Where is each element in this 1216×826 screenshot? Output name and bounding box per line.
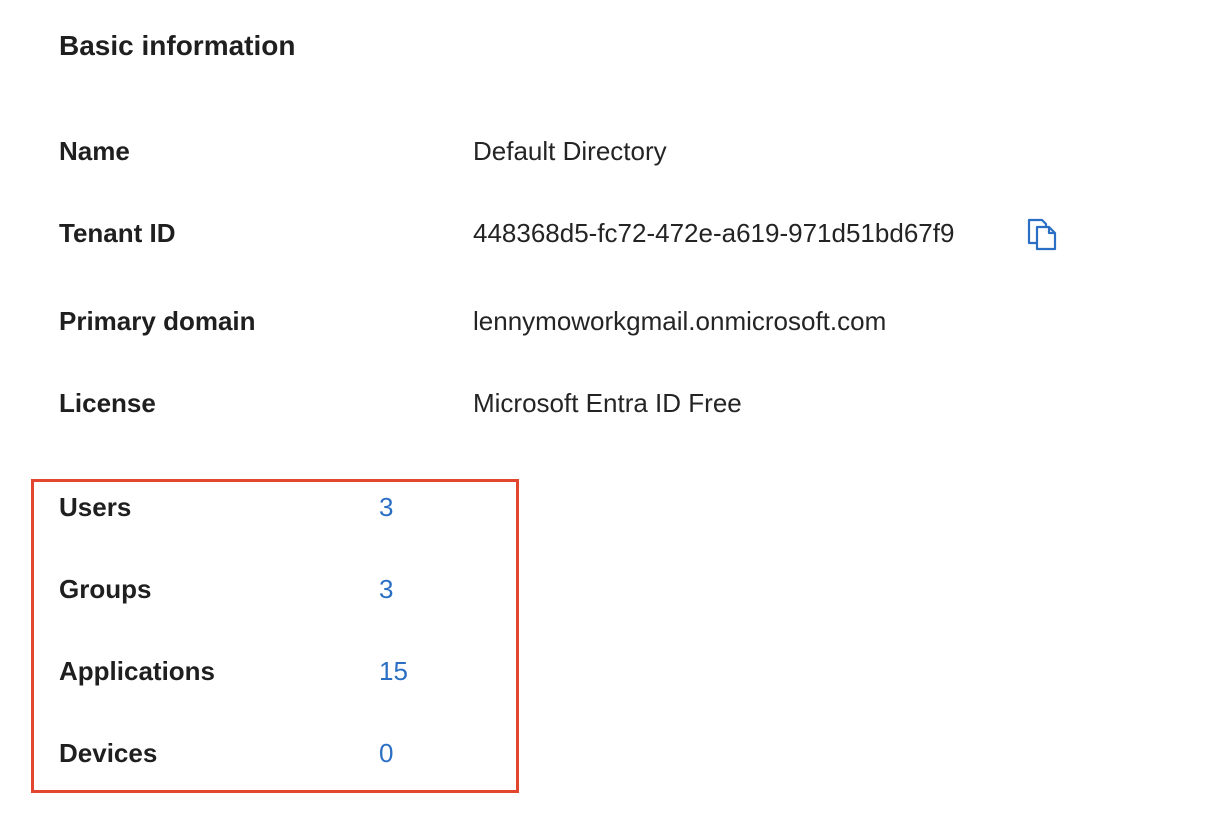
detail-row-license: License Microsoft Entra ID Free [0, 383, 1216, 423]
users-label: Users [59, 492, 132, 522]
detail-row-primary-domain: Primary domain lennymoworkgmail.onmicros… [0, 301, 1216, 341]
copy-icon [1027, 218, 1057, 251]
count-row-applications: Applications 15 [0, 651, 1216, 691]
devices-label: Devices [59, 738, 158, 768]
count-row-groups: Groups 3 [0, 569, 1216, 609]
groups-count-link[interactable]: 3 [379, 569, 393, 609]
primary-domain-value: lennymoworkgmail.onmicrosoft.com [473, 306, 887, 336]
detail-row-tenant-id: Tenant ID 448368d5-fc72-472e-a619-971d51… [0, 213, 1216, 253]
copy-tenant-id-button[interactable] [1023, 215, 1061, 253]
count-row-users: Users 3 [0, 487, 1216, 527]
count-row-devices: Devices 0 [0, 733, 1216, 773]
tenant-id-label: Tenant ID [59, 218, 176, 248]
users-count-link[interactable]: 3 [379, 487, 393, 527]
primary-domain-label: Primary domain [59, 306, 256, 336]
devices-count-link[interactable]: 0 [379, 733, 393, 773]
name-label: Name [59, 136, 130, 166]
detail-row-name: Name Default Directory [0, 131, 1216, 171]
tenant-id-value: 448368d5-fc72-472e-a619-971d51bd67f9 [473, 218, 955, 248]
license-value: Microsoft Entra ID Free [473, 388, 742, 418]
name-value: Default Directory [473, 136, 667, 166]
license-label: License [59, 388, 156, 418]
section-title: Basic information [59, 30, 296, 61]
applications-label: Applications [59, 656, 216, 686]
groups-label: Groups [59, 574, 152, 604]
applications-count-link[interactable]: 15 [379, 651, 408, 691]
